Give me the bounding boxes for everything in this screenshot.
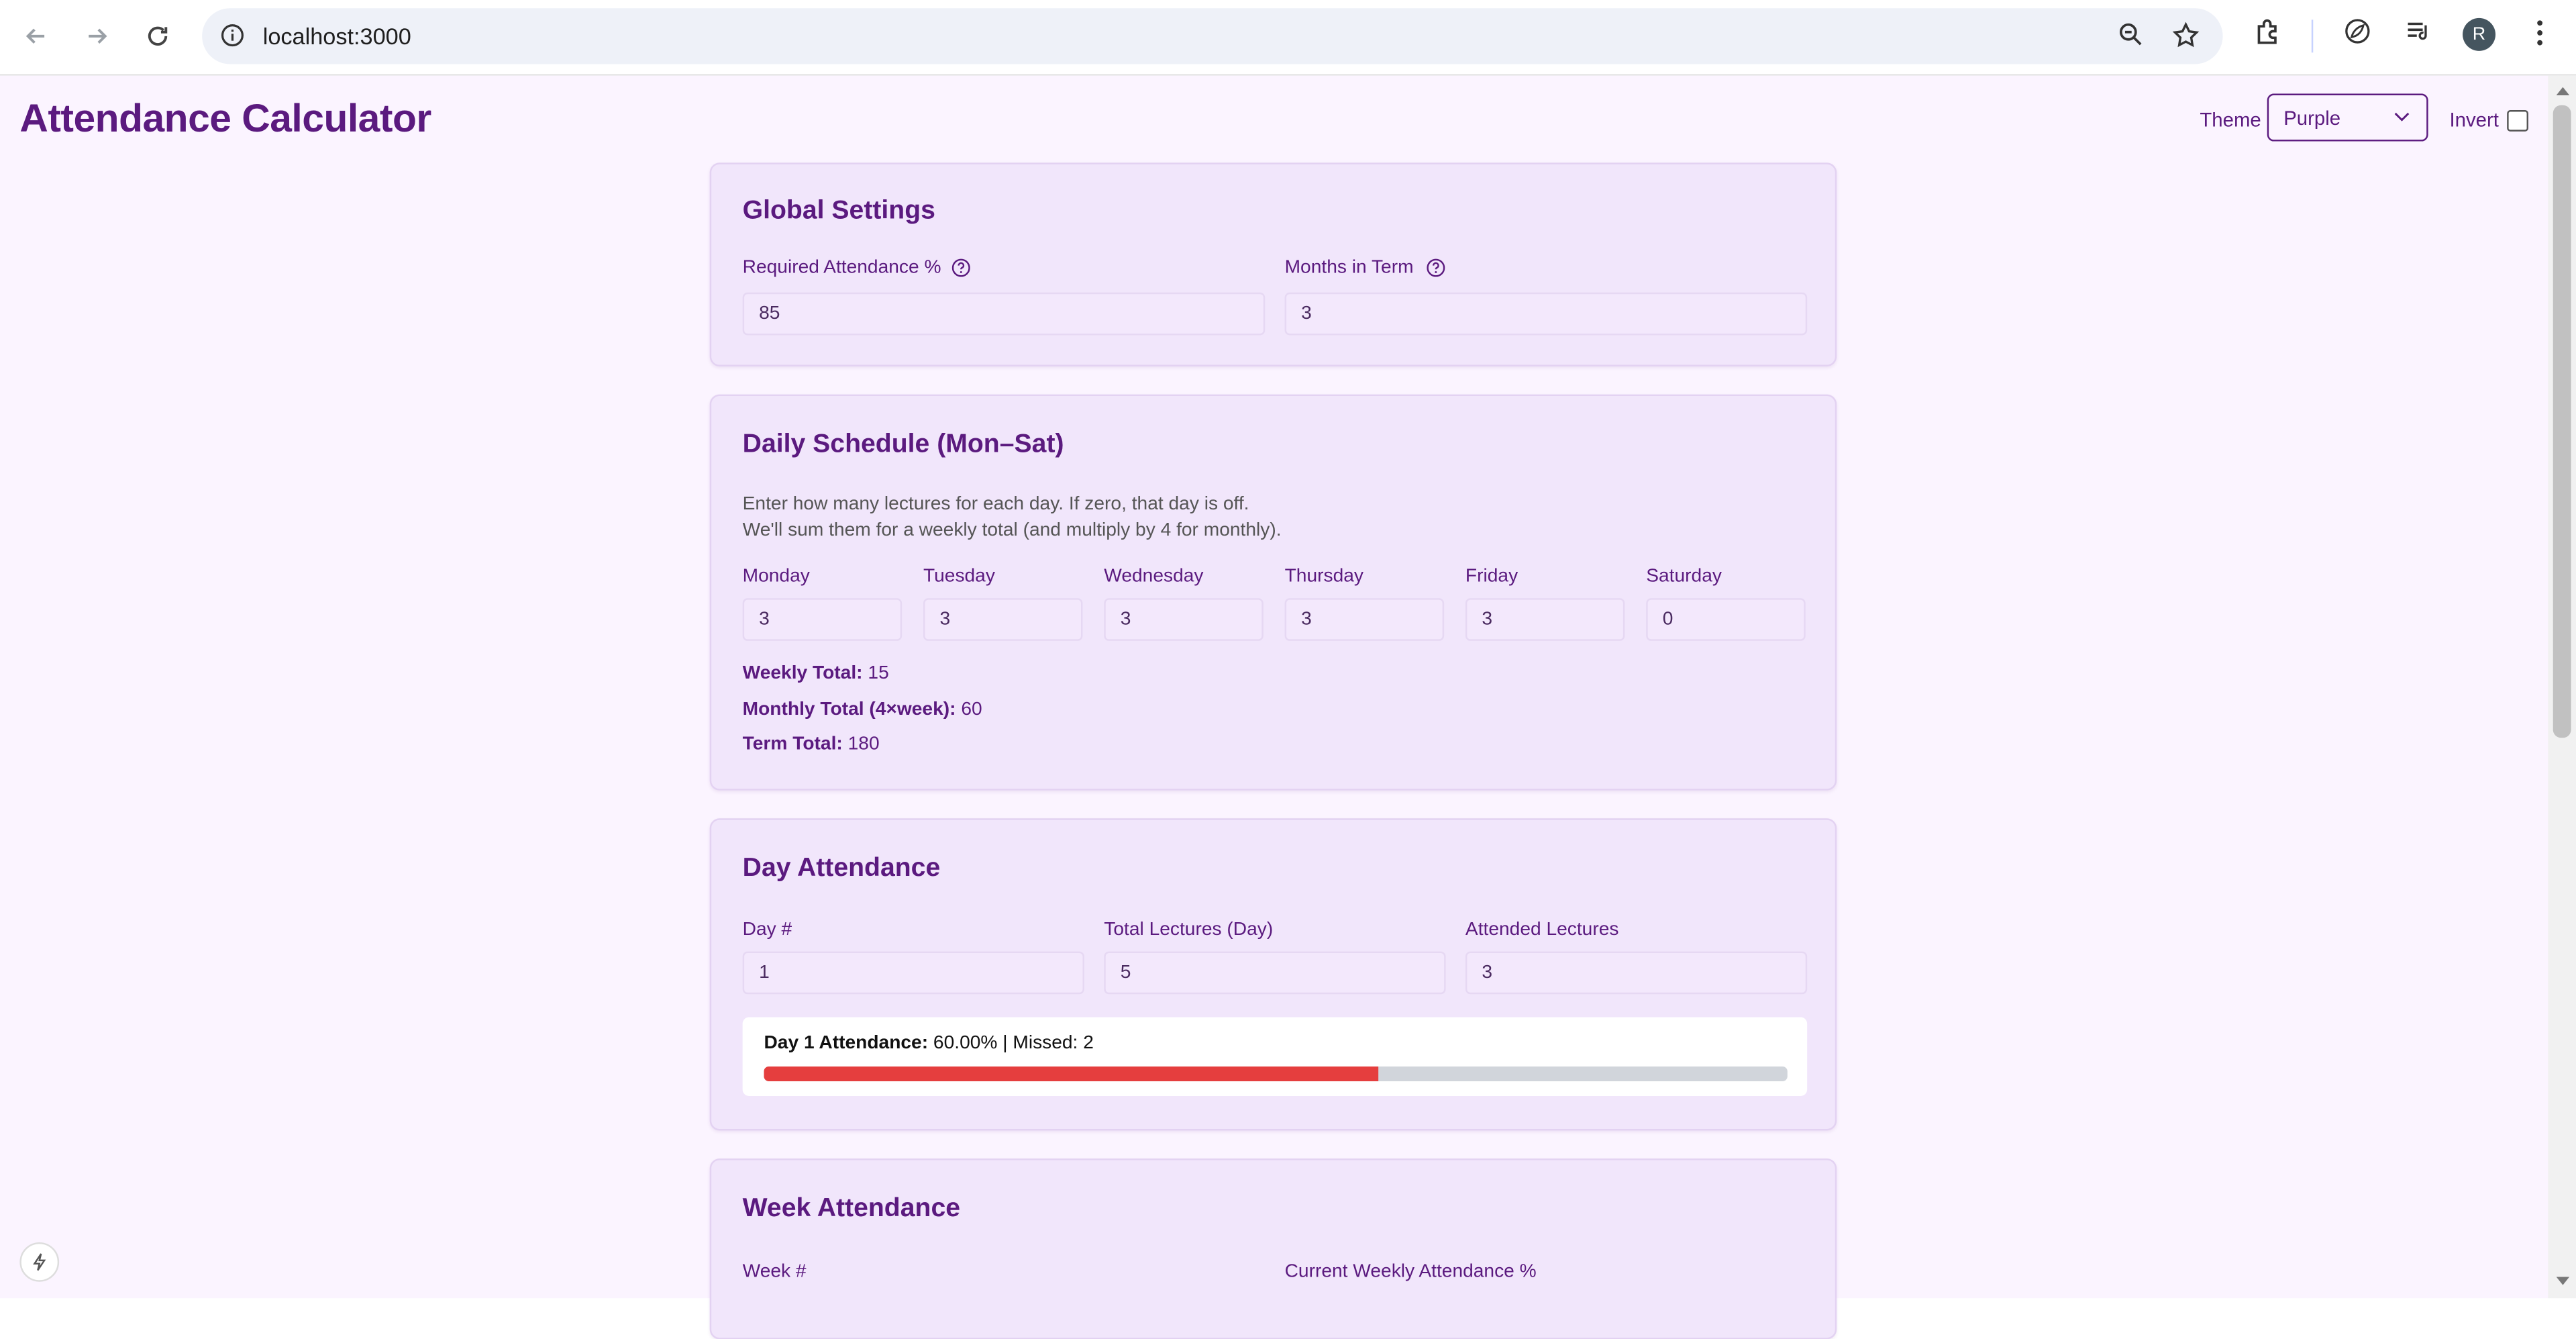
bookmark-star-icon[interactable]: [2172, 21, 2200, 50]
day-label-wednesday: Wednesday: [1104, 566, 1204, 587]
day-attendance-result-label: Day 1 Attendance:: [764, 1034, 929, 1054]
term-total-value: 180: [847, 734, 880, 754]
help-icon[interactable]: [951, 258, 971, 277]
chevron-down-icon: [2394, 112, 2410, 121]
media-controls-icon[interactable]: [2404, 16, 2433, 46]
day-attendance-result-text: Day 1 Attendance: 60.00% | Missed: 2: [764, 1034, 1093, 1053]
dev-tools-badge[interactable]: [19, 1242, 60, 1282]
months-in-term-input[interactable]: 3: [1284, 292, 1808, 336]
back-button[interactable]: [15, 15, 58, 58]
site-info-icon[interactable]: [220, 23, 245, 48]
scroll-down-icon[interactable]: [2556, 1277, 2570, 1287]
url-text[interactable]: localhost:3000: [263, 23, 411, 49]
schedule-description-line2: We'll sum them for a weekly total (and m…: [742, 521, 1282, 541]
day-attendance-result-value: 60.00% | Missed: 2: [933, 1034, 1094, 1054]
reload-icon: [148, 26, 168, 46]
week-attendance-title: Week Attendance: [742, 1194, 961, 1223]
page-scrollbar[interactable]: [2548, 75, 2576, 1299]
invert-label: Invert: [2449, 108, 2499, 132]
global-settings-title: Global Settings: [742, 197, 935, 226]
scrollbar-thumb[interactable]: [2553, 105, 2571, 738]
term-total-label: Term Total:: [742, 734, 843, 754]
lectures-input-saturday[interactable]: 0: [1646, 598, 1806, 641]
toolbar-divider: [2311, 19, 2314, 53]
weekly-total-label: Weekly Total:: [742, 664, 863, 684]
forward-arrow-icon: [89, 28, 107, 44]
theme-select[interactable]: Purple: [2267, 93, 2428, 142]
required-attendance-label: Required Attendance %: [742, 258, 941, 278]
day-attendance-card: Day Attendance Day # 1 Total Lectures (D…: [709, 818, 1837, 1131]
address-bar[interactable]: localhost:3000: [202, 8, 2223, 64]
lectures-input-friday[interactable]: 3: [1465, 598, 1625, 641]
lectures-input-tuesday[interactable]: 3: [923, 598, 1083, 641]
daily-schedule-card: Daily Schedule (Mon–Sat) Enter how many …: [709, 394, 1837, 791]
day-label-tuesday: Tuesday: [923, 566, 995, 587]
week-number-label: Week #: [742, 1262, 807, 1282]
attended-lectures-label: Attended Lectures: [1465, 920, 1619, 940]
required-attendance-input[interactable]: 85: [742, 292, 1266, 336]
reload-button[interactable]: [136, 15, 179, 58]
term-total: Term Total: 180: [743, 734, 880, 754]
total-lectures-label: Total Lectures (Day): [1104, 920, 1274, 940]
app-page: Attendance Calculator Theme Purple Inver…: [0, 76, 2548, 1339]
day-label-monday: Monday: [742, 566, 810, 587]
day-label-saturday: Saturday: [1646, 566, 1722, 587]
day-attendance-title: Day Attendance: [742, 854, 941, 883]
weekly-total-value: 15: [868, 664, 889, 684]
schedule-description-line1: Enter how many lectures for each day. If…: [742, 494, 1249, 515]
avatar-letter: R: [2472, 24, 2486, 45]
extensions-icon[interactable]: [2253, 16, 2285, 49]
week-attendance-card: Week Attendance Week # Current Weekly At…: [709, 1158, 1837, 1339]
attendance-progress-bar: [764, 1066, 1788, 1082]
day-attendance-result: Day 1 Attendance: 60.00% | Missed: 2: [742, 1017, 1808, 1097]
day-number-label: Day #: [742, 920, 792, 940]
page-title: Attendance Calculator: [19, 97, 431, 142]
zoom-icon[interactable]: [2118, 21, 2144, 48]
attendance-progress-fill: [764, 1066, 1378, 1082]
help-icon[interactable]: [1426, 258, 1445, 277]
schedule-description: Enter how many lectures for each day. If…: [743, 491, 1282, 544]
lightning-icon: [33, 1253, 46, 1271]
total-lectures-input[interactable]: 5: [1104, 951, 1446, 995]
monthly-total-value: 60: [961, 699, 982, 720]
day-label-thursday: Thursday: [1284, 566, 1363, 587]
months-in-term-label: Months in Term: [1284, 258, 1414, 278]
theme-label: Theme: [2200, 108, 2261, 132]
scroll-up-icon[interactable]: [2556, 85, 2570, 96]
lectures-input-wednesday[interactable]: 3: [1104, 598, 1264, 641]
monthly-total-label: Monthly Total (4×week):: [742, 699, 956, 720]
monthly-total: Monthly Total (4×week): 60: [743, 700, 982, 720]
browser-toolbar: localhost:3000 R: [0, 0, 2576, 76]
daily-schedule-title: Daily Schedule (Mon–Sat): [742, 430, 1064, 459]
profile-avatar[interactable]: R: [2463, 17, 2496, 51]
forward-button[interactable]: [76, 15, 119, 58]
lectures-input-thursday[interactable]: 3: [1284, 598, 1445, 641]
global-settings-card: Global Settings Required Attendance % 85…: [709, 162, 1837, 366]
day-number-input[interactable]: 1: [742, 951, 1084, 995]
theme-selected-value: Purple: [2283, 107, 2341, 130]
leaf-extension-icon[interactable]: [2342, 16, 2372, 46]
attended-lectures-input[interactable]: 3: [1465, 951, 1808, 995]
day-label-friday: Friday: [1465, 566, 1518, 587]
invert-checkbox[interactable]: [2507, 110, 2528, 132]
lectures-input-monday[interactable]: 3: [742, 598, 903, 641]
weekly-total: Weekly Total: 15: [743, 664, 889, 683]
current-weekly-attendance-label: Current Weekly Attendance %: [1284, 1262, 1537, 1282]
back-arrow-icon: [25, 28, 45, 44]
kebab-menu-icon[interactable]: [2525, 16, 2555, 49]
